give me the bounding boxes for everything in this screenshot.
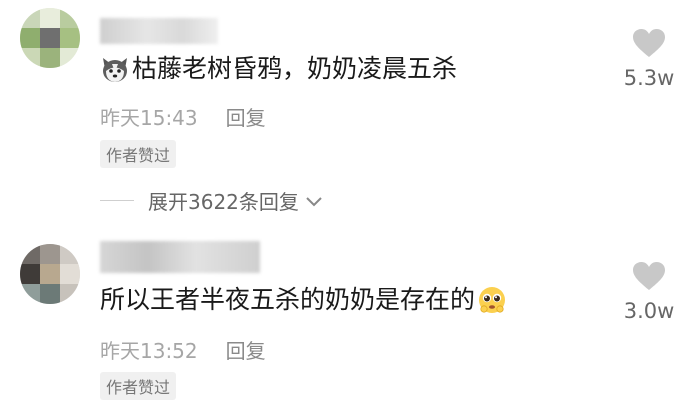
chevron-down-icon [305,189,323,213]
avatar[interactable] [20,8,80,68]
comment-meta: 昨天15:43 回复 [100,102,266,131]
comment-meta: 昨天13:52 回复 [100,335,266,364]
author-liked-badge: 作者赞过 [100,372,177,400]
heart-icon [614,261,684,291]
like-count: 5.3w [623,66,675,90]
pleading-face-icon [477,285,507,315]
comment-text: 所以王者半夜五杀的奶奶是存在的 [100,283,509,317]
like-button[interactable]: 5.3w [614,28,684,90]
comment-item: 所以王者半夜五杀的奶奶是存在的 昨天13:52 回复 作者赞过 3.0w [0,235,692,415]
comment-text: 枯藤老树昏鸦，奶奶凌晨五杀 [100,52,457,86]
like-button[interactable]: 3.0w [614,261,684,323]
expand-replies-button[interactable]: 展开3622条回复 [100,186,323,215]
heart-icon [614,28,684,58]
comment-time: 昨天13:52 [100,339,198,363]
like-count: 3.0w [623,299,675,323]
comment-item: 枯藤老树昏鸦，奶奶凌晨五杀 昨天15:43 回复 作者赞过 展开3622条回复 5… [0,0,692,235]
username-blurred[interactable] [100,241,260,273]
husky-face-icon [100,54,130,84]
expand-replies-label: 展开3622条回复 [148,190,299,214]
comment-text-body: 枯藤老树昏鸦，奶奶凌晨五杀 [132,54,458,83]
comment-time: 昨天15:43 [100,106,198,130]
avatar[interactable] [20,244,80,304]
comment-text-body: 所以王者半夜五杀的奶奶是存在的 [100,285,476,314]
reply-button[interactable]: 回复 [226,106,266,130]
reply-button[interactable]: 回复 [226,339,266,363]
username-blurred[interactable] [100,18,218,44]
divider [100,200,134,201]
author-liked-badge: 作者赞过 [100,140,177,168]
